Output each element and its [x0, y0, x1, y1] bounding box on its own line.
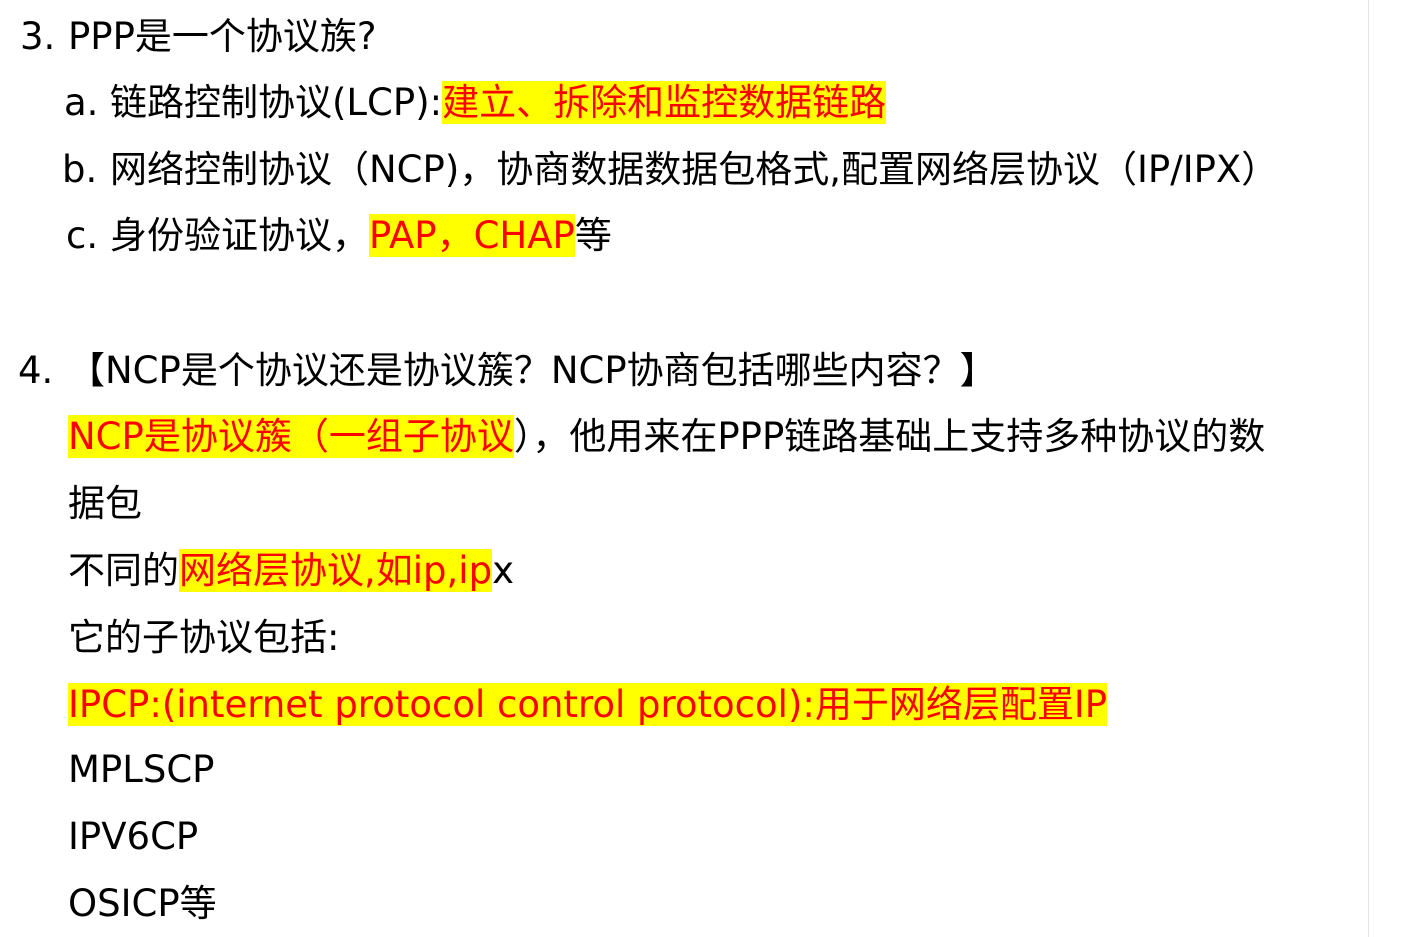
answer-line-3-text: 不同的网络层协议,如ip,ipx	[68, 538, 514, 604]
list-item-a-text: 链路控制协议(LCP):建立、拆除和监控数据链路	[110, 70, 887, 136]
question-4-title: 【NCP是个协议还是协议簇？NCP协商包括哪些内容？】	[68, 349, 997, 392]
answer-line-3-text-after: x	[492, 549, 514, 592]
answer-line-1-text-after: ），他用来在PPP链路基础上支持多种协议的数	[513, 415, 1266, 458]
list-marker-b: b.	[62, 148, 98, 191]
list-item-c-text-before: 身份验证协议，	[110, 214, 369, 257]
answer-line-1-text: NCP是协议簇（一组子协议），他用来在PPP链路基础上支持多种协议的数	[68, 404, 1265, 470]
answer-line-3-highlight: 网络层协议,如ip,ip	[179, 549, 493, 592]
answer-line-5-text: IPCP:(internet protocol control protocol…	[68, 672, 1108, 738]
document-page: 3. PPP是一个协议族? a. 链路控制协议(LCP):建立、拆除和监控数据链…	[0, 0, 1369, 937]
list-item-b-text: 网络控制协议（NCP)，协商数据数据包格式,配置网络层协议（IP/IPX）	[110, 148, 1279, 191]
list-item-c-highlight: PAP，CHAP	[369, 214, 575, 257]
answer-line-3-text-before: 不同的	[68, 549, 179, 592]
sub-protocol-osicp: OSICP等	[68, 882, 217, 925]
answer-line-5-highlight: IPCP:(internet protocol control protocol…	[68, 683, 1108, 726]
list-item-a-highlight: 建立、拆除和监控数据链路	[442, 81, 887, 124]
answer-line-4-text: 它的子协议包括:	[68, 616, 340, 659]
answer-line-2-text: 据包	[68, 482, 142, 525]
list-item-c-text-after: 等	[574, 214, 612, 257]
list-marker-c: c.	[66, 214, 99, 257]
list-marker-a: a.	[64, 81, 99, 124]
question-3-number: 3.	[20, 15, 56, 58]
sub-protocol-mplscp: MPLSCP	[68, 748, 215, 791]
list-item-a-text-before: 链路控制协议(LCP):	[110, 81, 443, 124]
question-3-title: PPP是一个协议族?	[68, 15, 377, 58]
question-4-number: 4.	[18, 349, 54, 392]
sub-protocol-ipv6cp: IPV6CP	[68, 815, 199, 858]
answer-line-1-highlight: NCP是协议簇（一组子协议	[68, 415, 514, 458]
list-item-c-text: 身份验证协议，PAP，CHAP等	[110, 203, 612, 269]
